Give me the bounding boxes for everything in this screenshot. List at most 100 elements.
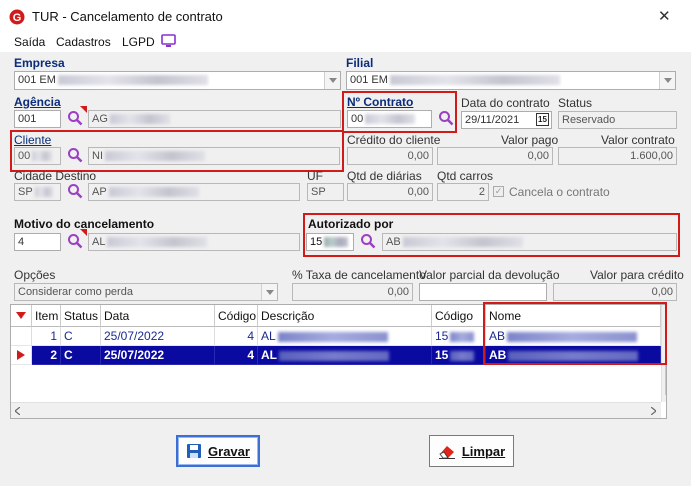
valor-contrato-value: 1.600,00 bbox=[630, 150, 673, 162]
credito-label: Crédito do cliente bbox=[347, 133, 441, 147]
limpar-button[interactable]: Limpar bbox=[429, 435, 514, 467]
table-row-1-codigo[interactable]: 4 bbox=[215, 327, 258, 346]
gravar-label: Gravar bbox=[208, 443, 250, 459]
search-icon[interactable] bbox=[67, 183, 83, 199]
search-icon[interactable] bbox=[360, 233, 376, 249]
carros-field: 2 bbox=[437, 183, 489, 201]
window-title: TUR - Cancelamento de contrato bbox=[32, 9, 223, 24]
empresa-select[interactable]: 001 EM bbox=[14, 71, 341, 90]
agencia-name: AG bbox=[92, 113, 108, 125]
cidade-label: Cidade Destino bbox=[14, 169, 97, 183]
menu-cadastros[interactable]: Cadastros bbox=[56, 35, 111, 49]
status-value: Reservado bbox=[562, 114, 616, 126]
table-row-1-status[interactable]: C bbox=[61, 327, 101, 346]
motivo-code: 4 bbox=[18, 236, 25, 248]
motivo-code-input[interactable]: 4 bbox=[14, 233, 61, 251]
valor-contrato-label: Valor contrato bbox=[601, 133, 675, 147]
cancela-checkbox[interactable]: ✓ bbox=[493, 186, 504, 197]
agencia-code-input[interactable]: 001 bbox=[14, 110, 61, 128]
autorizado-name: AB bbox=[386, 236, 401, 248]
cidade-name: AP bbox=[92, 186, 107, 198]
contrato-value: 00 bbox=[351, 113, 364, 125]
col-item[interactable]: Item bbox=[32, 305, 61, 327]
status-label: Status bbox=[558, 96, 593, 110]
cliente-name: NI bbox=[92, 150, 103, 162]
col-data[interactable]: Data bbox=[101, 305, 215, 327]
chevron-down-icon[interactable] bbox=[324, 72, 340, 89]
row-1-codigo2-text: 15 bbox=[435, 329, 449, 343]
table-row-2-codigo-2[interactable]: 15 bbox=[432, 346, 486, 365]
table-row-1-codigo-2[interactable]: 15 bbox=[432, 327, 486, 346]
cidade-name-field: AP bbox=[88, 183, 300, 201]
motivo-name: AL bbox=[92, 236, 106, 248]
uf-field: SP bbox=[307, 183, 344, 201]
cidade-code: SP bbox=[18, 186, 33, 198]
empresa-value: 001 EM bbox=[18, 74, 56, 86]
autorizado-code: 15 bbox=[310, 236, 323, 248]
caret-down-icon[interactable] bbox=[16, 312, 26, 319]
parcial-label: Valor parcial da devolução bbox=[419, 268, 560, 282]
data-contrato-value: 29/11/2021 bbox=[465, 114, 520, 126]
table-row-1-descricao[interactable]: AL bbox=[258, 327, 432, 346]
grid-menu-cell[interactable] bbox=[11, 305, 32, 327]
nome-highlight bbox=[483, 302, 667, 365]
menu-lgpd[interactable]: LGPD bbox=[122, 35, 155, 49]
scroll-left-icon[interactable] bbox=[15, 407, 20, 415]
row-2-codigo2-text: 15 bbox=[435, 348, 449, 362]
credito-field: 0,00 bbox=[347, 147, 433, 165]
autorizado-code-input[interactable]: 15 bbox=[306, 233, 354, 251]
chevron-down-icon[interactable] bbox=[261, 284, 277, 300]
valor-pago-field: 0,00 bbox=[437, 147, 553, 165]
close-icon[interactable]: ✕ bbox=[658, 7, 671, 25]
opcoes-select[interactable]: Considerar como perda bbox=[14, 283, 278, 301]
calendar-icon[interactable]: 15 bbox=[536, 113, 549, 126]
contrato-input[interactable]: 00 bbox=[347, 110, 432, 128]
diarias-label: Qtd de diárias bbox=[347, 169, 422, 183]
taxa-label: % Taxa de cancelamento bbox=[292, 268, 426, 282]
table-row-2-item[interactable]: 2 bbox=[32, 346, 61, 365]
valor-credito-label: Valor para crédito bbox=[590, 268, 684, 282]
scroll-right-icon[interactable] bbox=[651, 407, 656, 415]
app-logo-icon: G bbox=[9, 9, 25, 25]
table-row-1-data[interactable]: 25/07/2022 bbox=[101, 327, 215, 346]
filial-select[interactable]: 001 EM bbox=[346, 71, 676, 90]
search-icon[interactable] bbox=[67, 147, 83, 163]
agencia-name-field: AG bbox=[88, 110, 341, 128]
menu-saida[interactable]: Saída bbox=[14, 35, 45, 49]
table-row-1-item[interactable]: 1 bbox=[32, 327, 61, 346]
required-marker-icon bbox=[80, 229, 87, 236]
motivo-name-field: AL bbox=[88, 233, 300, 251]
search-icon[interactable] bbox=[438, 110, 454, 126]
status-field: Reservado bbox=[558, 111, 677, 129]
diarias-field: 0,00 bbox=[347, 183, 433, 201]
table-row-2-data[interactable]: 25/07/2022 bbox=[101, 346, 215, 365]
valor-credito-field: 0,00 bbox=[553, 283, 677, 301]
cancela-label: Cancela o contrato bbox=[509, 185, 610, 199]
cliente-name-field: NI bbox=[88, 147, 340, 165]
required-marker-icon bbox=[80, 106, 87, 113]
svg-text:G: G bbox=[13, 12, 22, 24]
filial-label: Filial bbox=[346, 56, 374, 70]
current-row-arrow-icon bbox=[17, 350, 25, 360]
col-descricao[interactable]: Descrição bbox=[258, 305, 432, 327]
row-1-descricao-text: AL bbox=[261, 329, 276, 343]
gravar-button[interactable]: Gravar bbox=[176, 435, 260, 467]
col-codigo[interactable]: Código bbox=[215, 305, 258, 327]
monitor-icon[interactable] bbox=[161, 34, 176, 48]
horizontal-scrollbar[interactable] bbox=[11, 402, 661, 418]
cliente-code: 00 bbox=[18, 150, 31, 162]
empresa-label: Empresa bbox=[14, 56, 65, 70]
col-codigo-2[interactable]: Código bbox=[432, 305, 486, 327]
table-row-2-status[interactable]: C bbox=[61, 346, 101, 365]
agencia-label: Agência bbox=[14, 95, 61, 109]
diarias-value: 0,00 bbox=[407, 186, 429, 198]
row-indicator bbox=[11, 346, 32, 365]
chevron-down-icon[interactable] bbox=[659, 72, 675, 89]
autorizado-label: Autorizado por bbox=[308, 217, 394, 231]
valor-contrato-field: 1.600,00 bbox=[558, 147, 677, 165]
table-row-2-descricao[interactable]: AL bbox=[258, 346, 432, 365]
col-status[interactable]: Status bbox=[61, 305, 101, 327]
parcial-input[interactable] bbox=[419, 283, 547, 301]
table-row-2-codigo[interactable]: 4 bbox=[215, 346, 258, 365]
valor-pago-value: 0,00 bbox=[527, 150, 549, 162]
